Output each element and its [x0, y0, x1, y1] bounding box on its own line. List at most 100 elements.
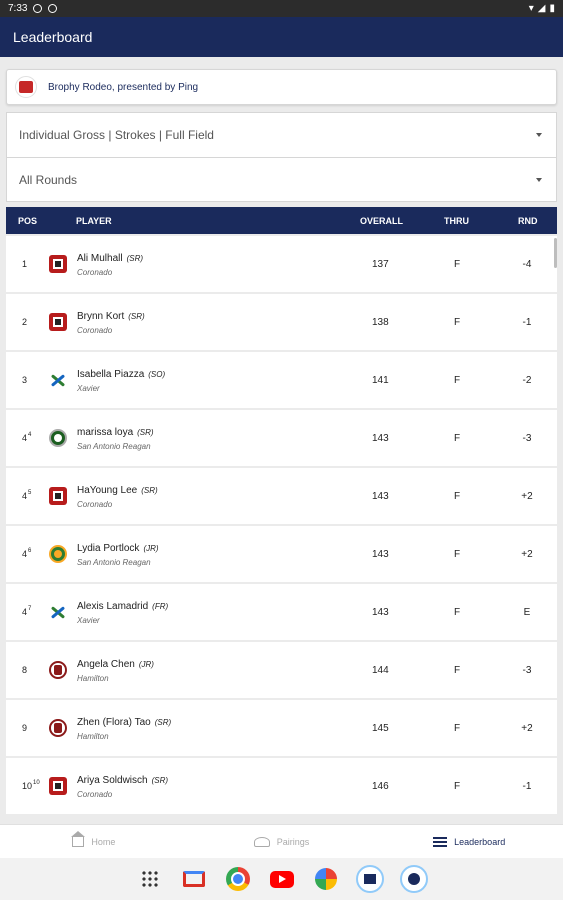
- row-position: 46: [22, 526, 31, 582]
- player-name[interactable]: Angela Chen (JR): [77, 659, 154, 670]
- player-name-text: Ali Mulhall: [77, 253, 123, 264]
- apps-grid-icon[interactable]: [135, 864, 165, 894]
- player-team: Hamilton: [77, 674, 109, 683]
- row-position: 9: [22, 700, 28, 756]
- player-year: (JR): [138, 660, 154, 669]
- table-row[interactable]: 8 Angela Chen (JR) Hamilton 144 F -3: [6, 642, 557, 698]
- team-logo-icon: [49, 429, 67, 447]
- header-overall[interactable]: OVERALL: [360, 207, 403, 234]
- nav-leaderboard[interactable]: Leaderboard: [375, 825, 563, 858]
- table-row[interactable]: 4 5 HaYoung Lee (SR) Coronado 143 F +2: [6, 468, 557, 524]
- player-year: (FR): [152, 602, 169, 611]
- overall-score: 143: [372, 606, 389, 618]
- event-name: Brophy Rodeo, presented by Ping: [48, 81, 199, 93]
- photos-icon[interactable]: [311, 864, 341, 894]
- event-selector[interactable]: Brophy Rodeo, presented by Ping: [6, 69, 557, 105]
- filter-panel: Individual Gross | Strokes | Full Field …: [6, 112, 557, 202]
- view-dropdown[interactable]: Individual Gross | Strokes | Full Field: [7, 113, 556, 157]
- round-score: -1: [522, 780, 532, 792]
- team-logo-icon: [49, 313, 67, 331]
- player-name-text: marissa loya: [77, 427, 134, 438]
- player-team: San Antonio Reagan: [77, 558, 151, 567]
- header-player[interactable]: PLAYER: [76, 207, 112, 234]
- thru-value: F: [454, 258, 461, 270]
- player-year: (SR): [137, 428, 154, 437]
- player-name[interactable]: Ali Mulhall (SR): [77, 253, 143, 264]
- nav-pairings-label: Pairings: [276, 836, 310, 847]
- thru-value: F: [454, 780, 461, 792]
- round-score: -3: [522, 664, 532, 676]
- player-name-text: Ariya Soldwisch: [77, 775, 148, 786]
- leaderboard-list[interactable]: 1 Ali Mulhall (SR) Coronado 137 F -4 2 Brynn Kor…: [6, 236, 557, 816]
- team-logo-icon: [49, 719, 67, 737]
- notification-icon: [33, 4, 43, 13]
- table-row[interactable]: 9 Zhen (Flora) Tao (SR) Hamilton 145 F +2: [6, 700, 557, 756]
- thru-value: F: [454, 490, 461, 502]
- app-icon[interactable]: [399, 864, 429, 894]
- table-row[interactable]: 3 Isabella Piazza (SO) Xavier 141 F -2: [6, 352, 557, 408]
- round-score: -4: [522, 258, 532, 270]
- player-name[interactable]: Brynn Kort (SR): [77, 311, 145, 322]
- row-position: 47: [22, 584, 31, 640]
- player-name[interactable]: Ariya Soldwisch (SR): [77, 775, 168, 786]
- thru-value: F: [454, 606, 461, 618]
- battery-icon: ▮: [549, 3, 555, 14]
- table-row[interactable]: 4 7 Alexis Lamadrid (FR) Xavier 143 F E: [6, 584, 557, 640]
- position-value: 4: [22, 549, 28, 559]
- overall-score: 143: [372, 548, 389, 560]
- overall-score: 146: [372, 780, 389, 792]
- player-team: San Antonio Reagan: [77, 442, 151, 451]
- player-name[interactable]: Isabella Piazza (SO): [77, 369, 165, 380]
- thru-value: F: [454, 722, 461, 734]
- bottom-navigation: Home Pairings Leaderboard: [0, 824, 563, 858]
- nav-pairings[interactable]: Pairings: [188, 825, 376, 858]
- header-thru[interactable]: THRU: [444, 207, 469, 234]
- scrollbar-thumb[interactable]: [554, 238, 557, 268]
- system-taskbar: [0, 858, 563, 900]
- table-row[interactable]: 10 10 Ariya Soldwisch (SR) Coronado 146 F -1: [6, 758, 557, 814]
- chrome-icon[interactable]: [223, 864, 253, 894]
- gmail-icon[interactable]: [179, 864, 209, 894]
- player-name[interactable]: Lydia Portlock (JR): [77, 543, 159, 554]
- position-value: 10: [22, 781, 33, 791]
- position-tie-marker: 6: [28, 548, 32, 554]
- table-row[interactable]: 4 6 Lydia Portlock (JR) San Antonio Reagan 14…: [6, 526, 557, 582]
- overall-score: 141: [372, 374, 389, 386]
- player-team: Hamilton: [77, 732, 109, 741]
- rounds-dropdown[interactable]: All Rounds: [7, 157, 556, 201]
- player-year: (SR): [151, 776, 169, 785]
- table-row[interactable]: 1 Ali Mulhall (SR) Coronado 137 F -4: [6, 236, 557, 292]
- row-position: 3: [22, 352, 28, 408]
- header-pos[interactable]: POS: [18, 207, 37, 234]
- nav-leaderboard-label: Leaderboard: [454, 836, 506, 847]
- team-logo-icon: [49, 545, 67, 563]
- youtube-icon[interactable]: [267, 864, 297, 894]
- round-score: +2: [521, 490, 533, 502]
- thru-value: F: [454, 432, 461, 444]
- table-row[interactable]: 2 Brynn Kort (SR) Coronado 138 F -1: [6, 294, 557, 350]
- player-name[interactable]: Alexis Lamadrid (FR): [77, 601, 168, 612]
- header-rnd[interactable]: RND: [518, 207, 538, 234]
- event-logo-icon: [15, 76, 37, 98]
- player-name[interactable]: Zhen (Flora) Tao (SR): [77, 717, 171, 728]
- table-row[interactable]: 4 4 marissa loya (SR) San Antonio Reagan 143 F…: [6, 410, 557, 466]
- thru-value: F: [454, 316, 461, 328]
- player-year: (JR): [143, 544, 159, 553]
- list-icon: [433, 836, 448, 847]
- overall-score: 143: [372, 432, 389, 444]
- thru-value: F: [454, 374, 461, 386]
- player-name[interactable]: HaYoung Lee (SR): [77, 485, 158, 496]
- row-position: 44: [22, 410, 31, 466]
- app-icon[interactable]: [355, 864, 385, 894]
- position-value: 1: [22, 259, 28, 269]
- chevron-down-icon: [536, 133, 542, 137]
- player-year: (SR): [126, 254, 144, 263]
- page-title: Leaderboard: [13, 29, 93, 45]
- nav-home[interactable]: Home: [0, 825, 188, 858]
- team-logo-icon: [49, 777, 67, 795]
- round-score: +2: [521, 722, 533, 734]
- player-name-text: Lydia Portlock: [77, 543, 140, 554]
- status-time: 7:33: [8, 3, 28, 14]
- player-name[interactable]: marissa loya (SR): [77, 427, 154, 438]
- position-value: 4: [22, 607, 28, 617]
